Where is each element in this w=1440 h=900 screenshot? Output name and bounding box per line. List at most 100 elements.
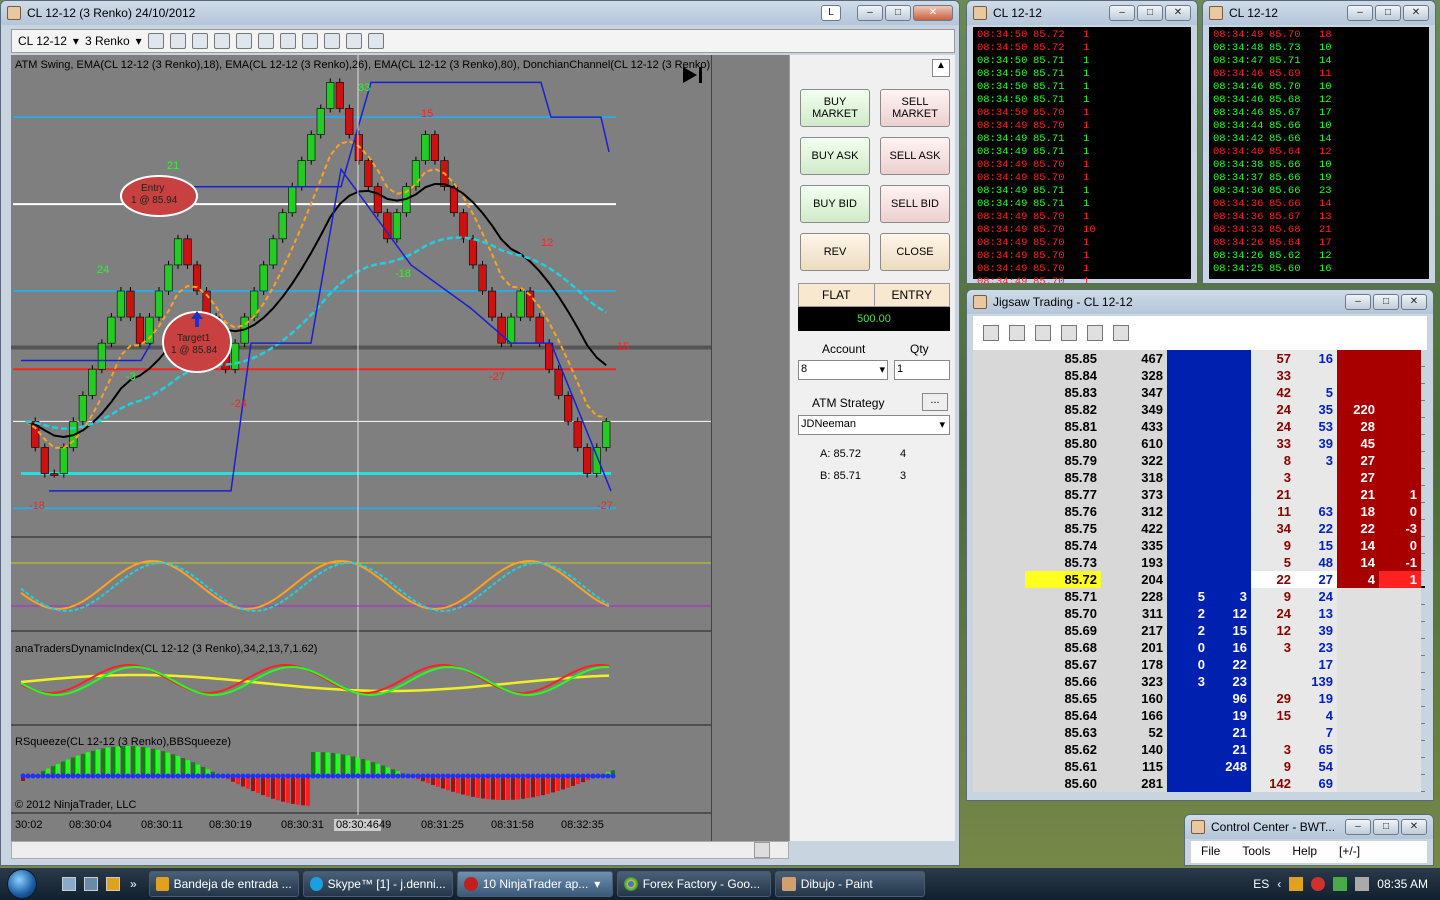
ladder-cell[interactable] <box>1167 724 1209 741</box>
ladder-row[interactable]: 85.81 433 24 53 28 <box>973 418 1425 435</box>
ladder-cell[interactable]: 9 <box>1251 588 1295 605</box>
outlook-quick-icon[interactable] <box>106 877 120 891</box>
ladder-cell[interactable] <box>1379 367 1421 384</box>
atm-strategy-select[interactable]: JDNeeman ▾ <box>798 415 950 435</box>
ladder-row[interactable]: 85.65 160 96 29 19 <box>973 690 1425 707</box>
ladder-cell[interactable] <box>1167 452 1209 469</box>
ladder-cell[interactable]: 16 <box>1209 639 1251 656</box>
ladder-cell[interactable]: 85.83 <box>1025 384 1101 401</box>
data-box-icon[interactable] <box>367 33 384 49</box>
ladder-cell[interactable]: 27 <box>1337 452 1379 469</box>
ladder-cell[interactable]: 85.62 <box>1025 741 1101 758</box>
ladder-cell[interactable]: 14 <box>1337 537 1379 554</box>
ladder-cell[interactable] <box>1209 401 1251 418</box>
ladder-cell[interactable]: 85.67 <box>1025 656 1101 673</box>
ladder-cell[interactable]: 48 <box>1295 554 1337 571</box>
ladder-cell[interactable]: 8 <box>1251 452 1295 469</box>
scroll-thumb[interactable] <box>754 842 770 858</box>
tray-outlook-icon[interactable] <box>1289 877 1304 891</box>
ladder-cell[interactable] <box>1337 724 1379 741</box>
ladder-cell[interactable]: 318 <box>1101 469 1167 486</box>
ladder-cell[interactable]: 140 <box>1101 741 1167 758</box>
ladder-cell[interactable] <box>973 656 1025 673</box>
ladder-cell[interactable]: 12 <box>1251 622 1295 639</box>
ladder-cell[interactable]: 85.72 <box>1025 571 1101 588</box>
ladder-cell[interactable]: 373 <box>1101 486 1167 503</box>
ladder-cell[interactable]: 85.82 <box>1025 401 1101 418</box>
ladder-cell[interactable] <box>1167 537 1209 554</box>
cc-maximize-button[interactable]: □ <box>1373 819 1399 835</box>
ladder-cell[interactable]: 5 <box>1295 384 1337 401</box>
ladder-cell[interactable]: 220 <box>1337 401 1379 418</box>
ladder-cell[interactable]: 4 <box>1337 571 1379 588</box>
taskbar-item-chrome[interactable]: Forex Factory - Goo... <box>616 871 771 897</box>
ladder-cell[interactable]: 85.70 <box>1025 605 1101 622</box>
chart-canvas[interactable]: Entry 1 @ 85.94 Target1 1 @ 85.84 33 15 21 24 -1… <box>11 55 789 841</box>
ts2-minimize-button[interactable]: – <box>1347 5 1373 21</box>
ladder-cell[interactable] <box>1379 452 1421 469</box>
ladder-cell[interactable]: 3 <box>1209 588 1251 605</box>
ladder-cell[interactable] <box>1379 435 1421 452</box>
ladder-cell[interactable]: 160 <box>1101 690 1167 707</box>
taskbar-item-skype[interactable]: Skype™ [1] - j.denni... <box>302 871 453 897</box>
close-window-button[interactable]: ✕ <box>913 5 953 21</box>
ladder-cell[interactable] <box>1337 775 1379 792</box>
ladder-cell[interactable] <box>1209 775 1251 792</box>
ladder-cell[interactable] <box>1209 469 1251 486</box>
ladder-cell[interactable] <box>973 367 1025 384</box>
ladder-cell[interactable]: 45 <box>1337 435 1379 452</box>
ts1-close-button[interactable]: ✕ <box>1165 5 1191 21</box>
ladder-row[interactable]: 85.68 201 0 16 3 23 <box>973 639 1425 656</box>
export-icon[interactable] <box>1087 325 1103 341</box>
ladder-cell[interactable]: 85.61 <box>1025 758 1101 775</box>
ladder-cell[interactable]: 15 <box>1209 622 1251 639</box>
sell-ask-button[interactable]: SELL ASK <box>880 137 950 175</box>
ladder-cell[interactable]: 433 <box>1101 418 1167 435</box>
ladder-cell[interactable]: 85.78 <box>1025 469 1101 486</box>
buy-market-button[interactable]: BUY MARKET <box>800 89 870 127</box>
ladder-cell[interactable] <box>1209 418 1251 435</box>
ladder-cell[interactable]: 52 <box>1101 724 1167 741</box>
ladder-cell[interactable]: 85.63 <box>1025 724 1101 741</box>
quicklaunch-expand-icon[interactable]: » <box>130 877 137 891</box>
ladder-cell[interactable]: 27 <box>1337 469 1379 486</box>
horizontal-scrollbar[interactable] <box>11 841 789 859</box>
ladder-cell[interactable] <box>973 775 1025 792</box>
maximize-button[interactable]: □ <box>885 5 911 21</box>
ladder-cell[interactable] <box>1251 656 1295 673</box>
ts2-titlebar[interactable]: CL 12-12 – □ ✕ <box>1203 1 1435 25</box>
ladder-cell[interactable]: 201 <box>1101 639 1167 656</box>
ladder-cell[interactable]: 85.77 <box>1025 486 1101 503</box>
ladder-cell[interactable]: 85.66 <box>1025 673 1101 690</box>
link-button[interactable]: L <box>821 5 841 21</box>
ladder-cell[interactable] <box>1167 571 1209 588</box>
ladder-cell[interactable] <box>1167 520 1209 537</box>
ladder-cell[interactable] <box>973 435 1025 452</box>
taskbar-item-outlook[interactable]: Bandeja de entrada ... <box>148 871 299 897</box>
ts2-close-button[interactable]: ✕ <box>1403 5 1429 21</box>
ladder-cell[interactable]: 178 <box>1101 656 1167 673</box>
ladder-cell[interactable]: 5 <box>1251 554 1295 571</box>
ladder-cell[interactable]: 85.74 <box>1025 537 1101 554</box>
ladder-cell[interactable]: 15 <box>1251 707 1295 724</box>
ladder-cell[interactable]: 85.73 <box>1025 554 1101 571</box>
period-selector[interactable]: 3 Renko <box>85 34 130 48</box>
ladder-cell[interactable]: 85.79 <box>1025 452 1101 469</box>
ladder-cell[interactable]: 328 <box>1101 367 1167 384</box>
ladder-cell[interactable]: 15 <box>1295 537 1337 554</box>
ladder-cell[interactable]: 24 <box>1251 418 1295 435</box>
quicklaunch-icon[interactable] <box>84 877 98 891</box>
ladder-cell[interactable] <box>973 350 1025 367</box>
ladder-cell[interactable] <box>1379 741 1421 758</box>
ladder-cell[interactable] <box>1209 520 1251 537</box>
ladder-cell[interactable]: 85.64 <box>1025 707 1101 724</box>
ladder-cell[interactable]: 28 <box>1337 418 1379 435</box>
ladder-cell[interactable] <box>973 384 1025 401</box>
ladder-cell[interactable] <box>1379 401 1421 418</box>
ladder-cell[interactable]: 228 <box>1101 588 1167 605</box>
ladder-cell[interactable]: 22 <box>1251 571 1295 588</box>
ladder-cell[interactable]: 3 <box>1295 452 1337 469</box>
instrument-dropdown-icon[interactable]: ▾ <box>73 34 79 48</box>
ladder-cell[interactable] <box>1379 707 1421 724</box>
ladder-row[interactable]: 85.71 228 5 3 9 24 <box>973 588 1425 605</box>
